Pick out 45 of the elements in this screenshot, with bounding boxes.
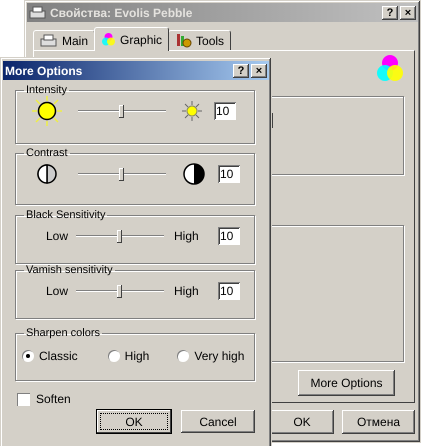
- tools-icon: [175, 33, 192, 48]
- window-title: More Options: [5, 64, 84, 78]
- high-label: High: [174, 284, 200, 298]
- color-circles-icon: [101, 32, 116, 47]
- group-title: Contrast: [25, 147, 69, 159]
- printer-icon: [40, 34, 58, 48]
- sun-icon: [32, 96, 62, 126]
- title-bar-button[interactable]: ×: [251, 64, 267, 78]
- radio-button[interactable]: [22, 350, 34, 362]
- title-bar-button[interactable]: ?: [233, 64, 249, 78]
- radio-option[interactable]: Classic: [22, 349, 78, 363]
- color-circles-icon: [375, 54, 405, 84]
- tab[interactable]: Main: [33, 30, 96, 50]
- radio-option[interactable]: High: [108, 349, 150, 363]
- radio-button[interactable]: [108, 350, 120, 362]
- slider-thumb[interactable]: [119, 168, 124, 180]
- soften-checkbox[interactable]: Soften: [17, 392, 269, 406]
- contrast-icon: [182, 162, 206, 186]
- dialog-button[interactable]: Отмена: [342, 410, 415, 434]
- radio-button[interactable]: [177, 350, 190, 362]
- low-label: Low: [46, 229, 70, 243]
- radio-option[interactable]: Very high: [177, 349, 244, 363]
- sun-icon: [182, 101, 202, 121]
- printer-icon: [29, 6, 47, 20]
- low-label: Low: [46, 284, 70, 298]
- group-title: Black Sensitivity: [25, 209, 106, 221]
- dialog-button[interactable]: Cancel: [181, 410, 255, 433]
- group-title: Intensity: [25, 84, 68, 96]
- slider-thumb[interactable]: [117, 230, 122, 242]
- high-label: High: [174, 229, 200, 243]
- group-title: Sharpen colors: [25, 327, 101, 339]
- checkbox[interactable]: [17, 392, 30, 406]
- dialog-button[interactable]: OK: [270, 410, 334, 434]
- tab[interactable]: Graphic: [94, 27, 170, 51]
- value-field[interactable]: 10: [214, 102, 236, 120]
- value-field[interactable]: 10: [218, 282, 240, 300]
- more-options-button[interactable]: More Options: [298, 370, 395, 396]
- window-title: Свойства: Evolis Pebble: [50, 6, 194, 20]
- value-field[interactable]: 10: [218, 165, 240, 183]
- dialog-button[interactable]: OK: [97, 410, 171, 433]
- group-title: Vamish sensitivity: [25, 264, 114, 276]
- slider-thumb[interactable]: [119, 104, 124, 118]
- value-field[interactable]: 10: [218, 227, 240, 245]
- slider-thumb[interactable]: [117, 284, 122, 298]
- tab[interactable]: Tools: [168, 30, 232, 50]
